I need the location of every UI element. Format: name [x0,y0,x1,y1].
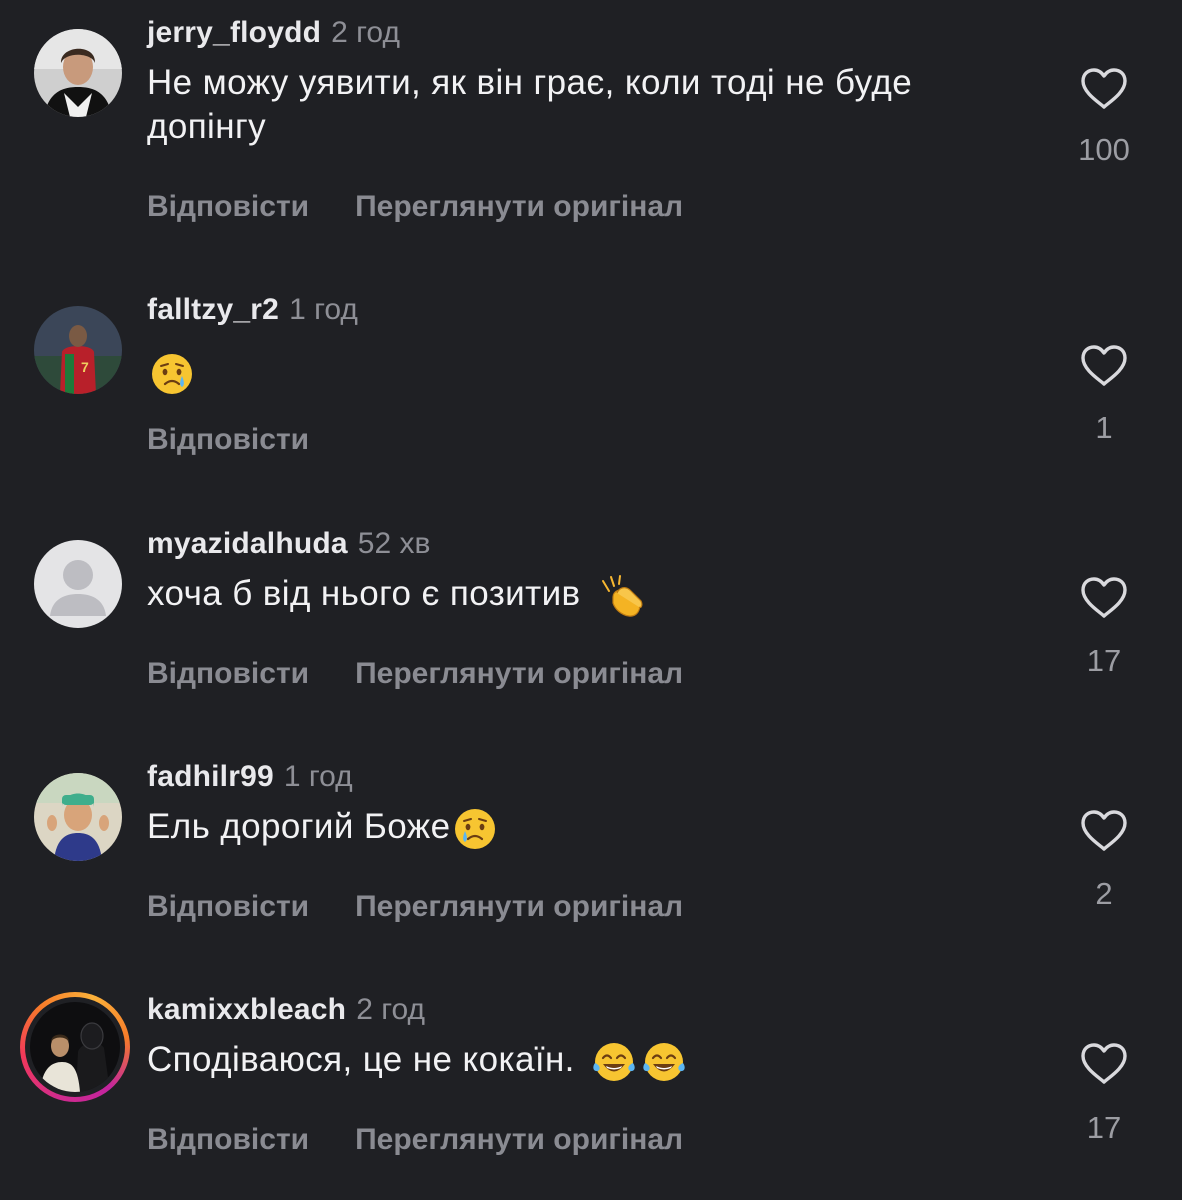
comment-body: Сподіваюся, це не кокаїн. [147,1040,575,1079]
username[interactable]: myazidalhuda [147,527,348,560]
heart-icon [1081,345,1127,386]
comment-meta: falltzy_r2 1 год [147,290,358,330]
reply-button[interactable]: Відповісти [147,1123,309,1156]
avatar-story-ring[interactable] [20,992,130,1102]
comment-actions: Відповісти Переглянути оригінал [147,1120,683,1160]
tears-of-joy-emoji-icon [643,1042,685,1081]
comment-item: myazidalhuda 52 хв хоча б від нього є поз… [0,527,1182,774]
timestamp: 2 год [331,16,400,49]
reply-button[interactable]: Відповісти [147,890,309,923]
like-button[interactable] [1074,67,1134,111]
avatar[interactable] [34,29,122,117]
comment-actions: Відповісти Переглянути оригінал [147,187,683,227]
comment-body: Не можу уявити, як він грає, коли тоді н… [147,63,913,146]
comment-text: Не можу уявити, як він грає, коли тоді н… [147,61,1027,149]
heart-icon [1081,68,1127,109]
comment-text [147,350,1027,397]
football-player-photo-icon: 7 [34,306,122,394]
portrait-photo-icon [34,29,122,117]
like-button[interactable] [1074,1042,1134,1086]
username[interactable]: falltzy_r2 [147,293,279,326]
like-button[interactable] [1074,576,1134,620]
svg-text:7: 7 [81,359,89,375]
like-count: 17 [1086,1110,1122,1145]
username[interactable]: fadhilr99 [147,760,274,793]
comment-meta: kamixxbleach 2 год [147,990,425,1030]
comment-text: хоча б від нього є позитив [147,572,1027,619]
comment-item: jerry_floydd 2 год Не можу уявити, як він… [0,16,1182,263]
like-count: 17 [1086,643,1122,678]
comment-actions: Відповісти [147,420,309,460]
comment-item: 7 falltzy_r2 1 год Відповісти 1 [0,293,1182,540]
avatar[interactable] [34,773,122,861]
heart-icon [1081,1043,1127,1084]
crying-face-emoji-icon [455,808,496,849]
reply-button[interactable]: Відповісти [147,423,309,456]
story-ring-photo-icon [30,1002,120,1092]
username[interactable]: kamixxbleach [147,993,346,1026]
timestamp: 2 год [356,993,426,1026]
see-original-button[interactable]: Переглянути оригінал [355,190,683,223]
comment-meta: myazidalhuda 52 хв [147,524,430,564]
avatar[interactable] [34,540,122,628]
crying-face-emoji-icon [152,353,192,394]
heart-icon [1081,810,1127,851]
avatar [30,1002,120,1092]
reply-button[interactable]: Відповісти [147,190,309,223]
timestamp: 1 год [283,760,353,793]
comment-item: kamixxbleach 2 год Сподіваюся, це не кока… [0,992,1182,1200]
see-original-button[interactable]: Переглянути оригінал [355,890,683,923]
comment-actions: Відповісти Переглянути оригінал [147,654,683,694]
child-photo-icon [34,773,122,861]
timestamp: 52 хв [357,527,431,560]
like-count: 100 [1078,132,1130,167]
heart-icon [1081,577,1127,618]
comment-item: fadhilr99 1 год Ель дорогий Боже Відповіс… [0,760,1182,1007]
comment-body: хоча б від нього є позитив [147,574,581,613]
reply-button[interactable]: Відповісти [147,657,309,690]
comment-meta: jerry_floydd 2 год [147,13,400,53]
like-button[interactable] [1074,344,1134,388]
default-avatar-icon [34,540,122,628]
like-count: 2 [1095,876,1113,911]
comment-meta: fadhilr99 1 год [147,757,353,797]
comment-text: Ель дорогий Боже [147,805,1027,852]
username[interactable]: jerry_floydd [147,16,321,49]
avatar[interactable]: 7 [34,306,122,394]
comment-text: Сподіваюся, це не кокаїн. [147,1038,1027,1085]
clapping-hands-emoji-icon [601,574,643,617]
like-count: 1 [1095,410,1113,445]
comment-body: Ель дорогий Боже [147,807,451,846]
tears-of-joy-emoji-icon [593,1042,635,1081]
see-original-button[interactable]: Переглянути оригінал [355,657,683,690]
comment-actions: Відповісти Переглянути оригінал [147,887,683,927]
like-button[interactable] [1074,809,1134,853]
timestamp: 1 год [289,293,358,326]
see-original-button[interactable]: Переглянути оригінал [355,1123,683,1156]
